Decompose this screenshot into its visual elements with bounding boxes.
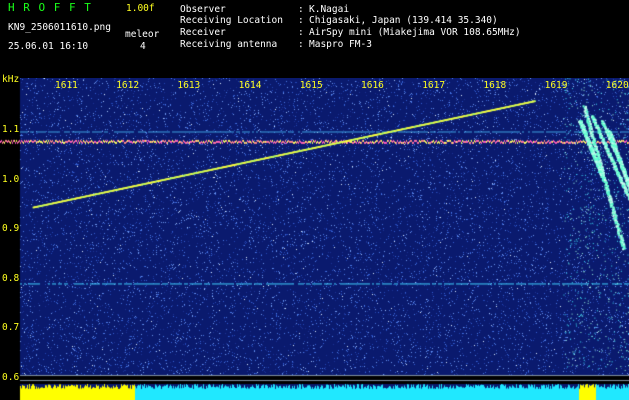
info-key-location: Receiving Location (180, 15, 283, 26)
y-tick-label: 0.8 (2, 272, 20, 284)
x-tick-label: 1611 (55, 80, 78, 91)
mode-value: 4 (140, 41, 146, 52)
y-tick-label: 0.7 (2, 322, 20, 333)
x-tick-label: 1618 (483, 80, 507, 91)
x-tick-label: 1615 (299, 80, 323, 91)
y-tick-label: 0.9 (2, 223, 20, 234)
info-sep: : (298, 15, 304, 26)
info-sep: : (298, 39, 304, 50)
info-value-observer: K.Nagai (309, 4, 350, 15)
y-tick-label: 1.1 (2, 124, 20, 135)
timestamp: 25.06.01 16:10 (8, 41, 89, 52)
file-name: KN9_2506011610.png (8, 22, 111, 33)
x-tick-label: 1613 (177, 80, 201, 91)
info-sep: : (298, 27, 304, 38)
info-value-antenna: Maspro FM-3 (309, 39, 372, 50)
y-axis-unit: kHz (2, 74, 20, 85)
x-tick-label: 1619 (544, 80, 568, 91)
y-tick-label: 0.6 (2, 371, 20, 383)
info-value-location: Chigasaki, Japan (139.414 35.340) (309, 15, 498, 26)
spectrogram-canvas (0, 78, 629, 400)
x-tick-label: 1612 (116, 80, 140, 91)
app-title: H R O F F T (8, 1, 92, 14)
info-key-observer: Observer (180, 4, 226, 15)
hrofft-window: H R O F F T 1.00f KN9_2506011610.png mel… (0, 0, 629, 400)
mode-label: meleor (125, 29, 160, 40)
x-tick-label: 1616 (361, 80, 384, 91)
x-tick-label: 1614 (238, 80, 262, 91)
x-tick-label: 1617 (422, 80, 446, 91)
y-tick-label: 1.0 (2, 173, 20, 185)
app-version: 1.00f (126, 3, 155, 14)
info-value-receiver: AirSpy mini (Miakejima VOR 108.65MHz) (309, 27, 521, 38)
info-key-receiver: Receiver (180, 27, 226, 38)
x-tick-label: 1620 (605, 80, 629, 91)
info-sep: : (298, 4, 304, 15)
info-key-antenna: Receiving antenna (180, 39, 278, 50)
